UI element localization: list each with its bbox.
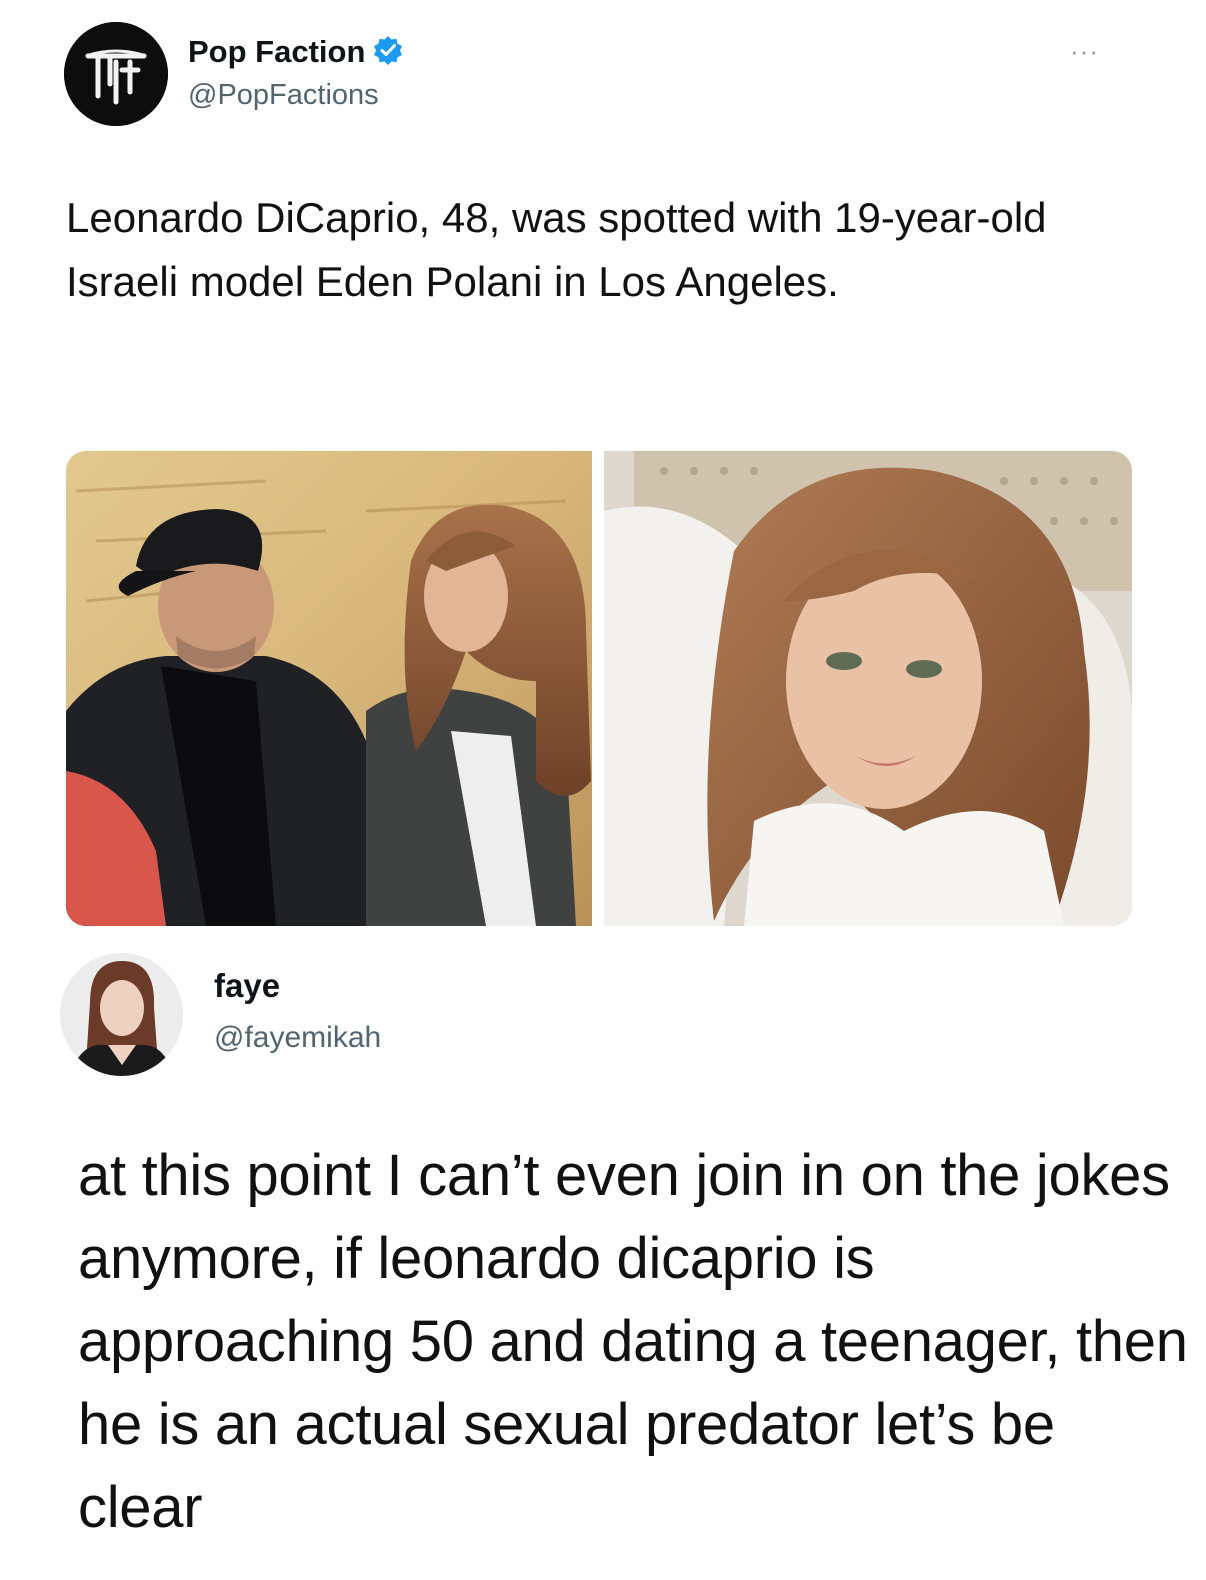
reply-text: at this point I can’t even join in on th… [78, 1143, 1188, 1540]
more-options-icon[interactable]: ··· [1070, 36, 1099, 67]
photo-woman-selfie[interactable] [604, 451, 1132, 926]
author-handle[interactable]: @PopFactions [188, 79, 379, 112]
author-name[interactable]: Pop Faction [188, 34, 365, 70]
reply-author-name[interactable]: faye [214, 967, 280, 1005]
pop-faction-logo-icon [64, 22, 168, 126]
verified-badge-icon [373, 35, 403, 70]
faye-avatar[interactable] [60, 953, 183, 1076]
pop-faction-avatar[interactable] [64, 22, 168, 126]
tweet-media[interactable] [66, 451, 1132, 926]
faye-avatar-photo [60, 953, 183, 1076]
reply-author-handle[interactable]: @fayemikah [214, 1021, 381, 1055]
photo-man-with-cap-and-woman[interactable] [66, 451, 592, 926]
tweet-text: Leonardo DiCaprio, 48, was spotted with … [66, 194, 1047, 305]
author-name-row: Pop Faction [188, 34, 403, 70]
